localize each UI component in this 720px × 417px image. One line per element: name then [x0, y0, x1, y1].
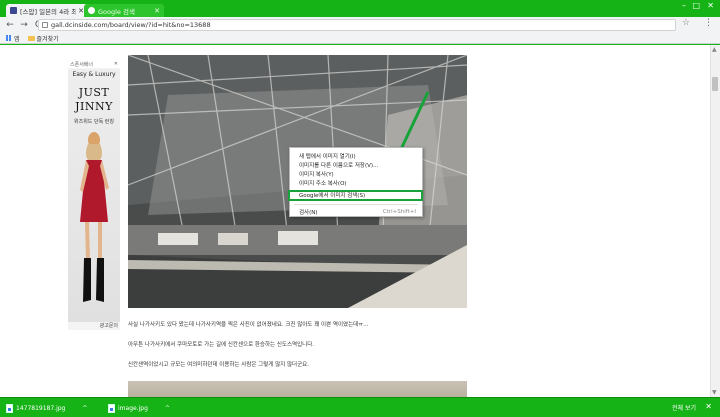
- sponsor-banner[interactable]: 스폰서배너 ✕ Easy & Luxury JUST JINNY 위즈위드 단독…: [68, 60, 120, 330]
- ad-tagline: Easy & Luxury: [72, 71, 116, 78]
- back-icon[interactable]: ←: [6, 20, 14, 30]
- context-menu: 새 탭에서 이미지 열기(I) 이미지를 다른 이름으로 저장(V)... 이미…: [288, 147, 423, 217]
- ctx-item-label: 이미지를 다른 이름으로 저장(V)...: [299, 162, 379, 169]
- ctx-item-shortcut: Ctrl+Shift+I: [382, 208, 416, 215]
- folder-label: 즐겨찾기: [36, 35, 59, 43]
- ctx-item-label: 이미지 복사(Y): [299, 171, 334, 178]
- maximize-icon[interactable]: □: [692, 1, 700, 10]
- close-download-bar-icon[interactable]: ✕: [705, 402, 712, 411]
- article-paragraph: 사실 나가사키도 있다 왔는데 나가사키역을 찍은 사진이 없어졌네요. 크진 …: [128, 322, 369, 328]
- download-item[interactable]: image.jpg ^: [108, 402, 170, 414]
- chevron-up-icon[interactable]: ^: [82, 405, 87, 412]
- tab-title: [스압] 일본의 4라 최악의 미...: [20, 7, 77, 16]
- ctx-item-label: 이미지 주소 복사(O): [299, 180, 347, 187]
- bookmarks-bar: 앱 즐겨찾기: [0, 33, 720, 44]
- page-viewport: 스폰서배너 ✕ Easy & Luxury JUST JINNY 위즈위드 단독…: [0, 45, 710, 397]
- browser-window: [스압] 일본의 4라 최악의 미... ✕ Google 검색 ✕ – □ ✕…: [0, 0, 720, 417]
- tab-title: Google 검색: [98, 7, 135, 16]
- download-bar: 1477819187.jpg ^ image.jpg ^ 전체 보기 ✕: [0, 397, 720, 417]
- article-paragraph: 신칸센역이었시고 규모는 여의미하던데 이용하는 사람은 그렇게 많지 않더군요…: [128, 362, 309, 368]
- close-window-icon[interactable]: ✕: [707, 1, 714, 10]
- dcinside-favicon-icon: [10, 7, 17, 14]
- bookmark-folder[interactable]: 즐겨찾기: [27, 34, 59, 43]
- apps-grid-icon: [6, 35, 12, 41]
- ctx-item-label: 검사(N): [299, 209, 318, 216]
- ad-model-figure: [80, 132, 109, 302]
- page-info-icon[interactable]: [42, 22, 48, 28]
- ctx-open-image-new-tab[interactable]: 새 탭에서 이미지 열기(I): [290, 151, 422, 160]
- browser-toolbar: ← → C gall.dcinside.com/board/view/?id=h…: [0, 17, 720, 33]
- folder-icon: [27, 35, 35, 41]
- chevron-up-icon[interactable]: ^: [165, 405, 170, 412]
- tab-close-icon[interactable]: ✕: [154, 7, 160, 15]
- page-scrollbar[interactable]: [710, 45, 720, 397]
- scroll-down-icon[interactable]: ▼: [712, 389, 717, 396]
- ctx-separator: [294, 204, 418, 205]
- bookmark-apps[interactable]: 앱: [6, 34, 20, 43]
- menu-icon[interactable]: ⋮: [704, 18, 713, 28]
- ad-close-icon[interactable]: ✕: [114, 61, 120, 67]
- apps-label: 앱: [14, 35, 20, 43]
- scroll-up-icon[interactable]: ▲: [712, 46, 717, 53]
- download-filename: image.jpg: [118, 404, 148, 412]
- ctx-copy-image-address[interactable]: 이미지 주소 복사(O): [290, 178, 422, 187]
- bookmark-star-icon[interactable]: ☆: [682, 18, 690, 28]
- ctx-highlight-box: [288, 190, 423, 201]
- address-bar[interactable]: gall.dcinside.com/board/view/?id=hit&no=…: [38, 19, 676, 31]
- google-favicon-icon: [88, 7, 95, 14]
- ad-brand-line1: JUST: [78, 86, 110, 99]
- ad-header: 스폰서배너 ✕: [68, 60, 120, 68]
- download-item[interactable]: 1477819187.jpg ^: [6, 402, 87, 414]
- ad-header-label: 스폰서배너: [70, 61, 94, 68]
- tab-google[interactable]: Google 검색 ✕: [84, 4, 164, 17]
- ctx-save-image-as[interactable]: 이미지를 다른 이름으로 저장(V)...: [290, 160, 422, 169]
- image-file-icon: [108, 403, 115, 413]
- article-paragraph: 아무튼 나가사키에서 쿠마모토로 가는 길에 신칸센으로 환승하는 신도스역입니…: [128, 342, 315, 348]
- url-text: gall.dcinside.com/board/view/?id=hit&no=…: [51, 21, 211, 29]
- minimize-icon[interactable]: –: [682, 1, 686, 10]
- tab-dcinside[interactable]: [스압] 일본의 4라 최악의 미... ✕: [6, 4, 88, 17]
- show-all-downloads-link[interactable]: 전체 보기: [672, 403, 696, 412]
- ctx-copy-image[interactable]: 이미지 복사(Y): [290, 169, 422, 178]
- ad-subtitle: 위즈위드 단독 런칭: [74, 119, 114, 125]
- scrollbar-thumb[interactable]: [712, 77, 718, 91]
- ad-brand-line2: JINNY: [75, 100, 113, 113]
- download-filename: 1477819187.jpg: [16, 404, 66, 412]
- forward-icon[interactable]: →: [20, 20, 28, 30]
- ctx-inspect[interactable]: 검사(N) Ctrl+Shift+I: [290, 207, 422, 216]
- ad-footer: 광고문의: [99, 323, 118, 329]
- tab-strip: [스압] 일본의 4라 최악의 미... ✕ Google 검색 ✕ – □ ✕: [0, 0, 720, 17]
- image-file-icon: [6, 403, 13, 413]
- article-photo-2[interactable]: [128, 381, 467, 397]
- ctx-item-label: 새 탭에서 이미지 열기(I): [299, 153, 356, 160]
